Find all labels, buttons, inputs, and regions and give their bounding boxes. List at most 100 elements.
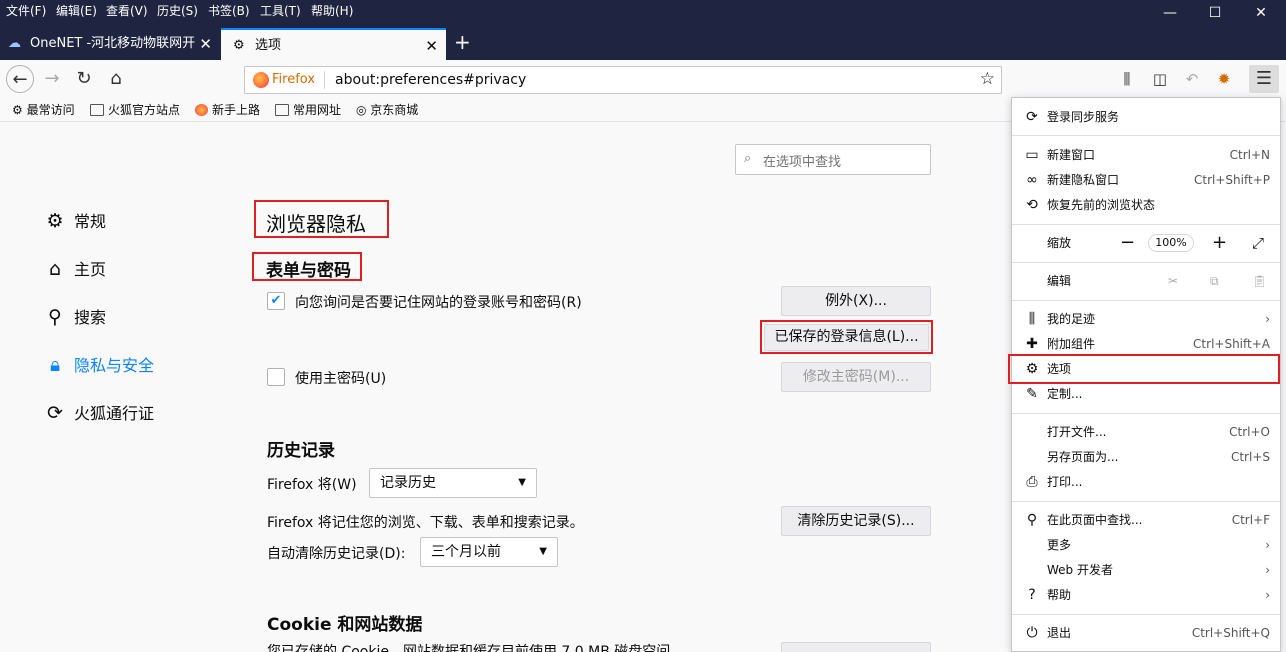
paintbrush-icon: ✎ <box>1026 386 1038 402</box>
printer-icon: ⎙ <box>1026 474 1038 490</box>
undo-icon[interactable]: ↶ <box>1178 65 1206 93</box>
menu-tools[interactable]: 工具(T) <box>260 2 301 19</box>
master-password-checkbox[interactable] <box>267 368 285 386</box>
gear-icon: ⚙ <box>46 210 64 232</box>
url-input[interactable]: about:preferences#privacy <box>335 72 526 88</box>
close-icon[interactable]: ✕ <box>199 28 212 60</box>
separator <box>1012 614 1280 615</box>
bookmark-label: 新手上路 <box>212 103 261 117</box>
category-label: 搜索 <box>74 308 107 327</box>
bookmark-common-sites[interactable]: 常用网址 <box>275 101 341 118</box>
close-icon[interactable]: ✕ <box>425 30 438 62</box>
menu-restore-session[interactable]: ⟲ 恢复先前的浏览状态 <box>1012 193 1280 217</box>
close-window-button[interactable]: ✕ <box>1238 0 1284 26</box>
home-button[interactable]: ⌂ <box>102 65 130 93</box>
page-title: 浏览器隐私 <box>266 212 366 236</box>
firefox-logo-icon <box>253 72 269 88</box>
window-icon: ▭ <box>1025 147 1039 163</box>
zoom-out-button[interactable]: − <box>1120 231 1135 255</box>
mask-icon: ∞ <box>1026 172 1038 188</box>
menu-find[interactable]: ⚲ 在此页面中查找... Ctrl+F <box>1012 508 1280 532</box>
dropdown-arrow-icon: ▼ <box>518 477 526 488</box>
reload-button[interactable]: ↻ <box>70 65 98 93</box>
saved-logins-button[interactable]: 已保存的登录信息(L)... <box>764 324 929 351</box>
menu-history[interactable]: 历史(S) <box>157 2 198 19</box>
category-general[interactable]: ⚙ 常规 <box>44 208 106 232</box>
library-icon[interactable]: ⫼ <box>1113 65 1141 93</box>
search-placeholder: 在选项中查找 <box>763 155 842 170</box>
menu-more[interactable]: 更多 › <box>1012 533 1280 557</box>
history-mode-select[interactable]: 记录历史 ▼ <box>369 468 537 498</box>
zoom-value[interactable]: 100% <box>1148 234 1194 252</box>
menu-addons[interactable]: ✚ 附加组件 Ctrl+Shift+A <box>1012 332 1280 356</box>
paste-icon[interactable]: 📋︎ <box>1252 269 1267 293</box>
menu-customize[interactable]: ✎ 定制... <box>1012 382 1280 406</box>
fullscreen-icon[interactable]: ⤢ <box>1252 231 1264 255</box>
category-sync[interactable]: ⟳ 火狐通行证 <box>44 400 154 424</box>
menu-new-window[interactable]: ▭ 新建窗口 Ctrl+N <box>1012 143 1280 167</box>
menu-sync[interactable]: ⟳ 登录同步服务 <box>1012 105 1280 129</box>
url-bar[interactable]: Firefox about:preferences#privacy ☆ <box>244 66 1002 94</box>
bookmark-star-icon[interactable]: ☆ <box>980 69 995 89</box>
tab-options[interactable]: ⚙ 选项 ✕ <box>221 28 446 60</box>
cookie-heading: Cookie 和网站数据 <box>267 615 423 635</box>
sidebar-icon[interactable]: ◫ <box>1146 65 1174 93</box>
menu-save-page[interactable]: 另存页面为... Ctrl+S <box>1012 445 1280 469</box>
cookie-settings-button[interactable] <box>781 642 931 652</box>
clear-history-button[interactable]: 清除历史记录(S)... <box>781 506 931 536</box>
minimize-button[interactable]: — <box>1147 0 1193 26</box>
search-field[interactable]: ⌕ 在选项中查找 <box>735 144 931 175</box>
category-home[interactable]: ⌂ 主页 <box>44 256 106 280</box>
menu-help[interactable]: ? 帮助 › <box>1012 583 1280 607</box>
ask-save-label: 向您询问是否要记住网站的登录账号和密码(R) <box>295 295 582 311</box>
menu-options[interactable]: ⚙ 选项 <box>1012 357 1280 381</box>
menu-label: 另存页面为... <box>1047 450 1119 464</box>
bookmark-most-visited[interactable]: ⚙ 最常访问 <box>12 101 75 118</box>
menu-open-file[interactable]: 打开文件... Ctrl+O <box>1012 420 1280 444</box>
menu-edit[interactable]: 编辑(E) <box>56 2 97 19</box>
category-search[interactable]: ⚲ 搜索 <box>44 304 106 328</box>
menu-label: 编辑 <box>1047 274 1072 288</box>
menu-web-developer[interactable]: Web 开发者 › <box>1012 558 1280 582</box>
menu-view[interactable]: 查看(V) <box>106 2 148 19</box>
ask-save-checkbox[interactable]: ✔ <box>267 292 285 310</box>
gear-icon: ⚙ <box>1025 361 1039 377</box>
cut-icon[interactable]: ✂ <box>1168 269 1178 293</box>
copy-icon[interactable]: ⧉ <box>1210 269 1219 293</box>
maximize-button[interactable]: ☐ <box>1192 0 1238 26</box>
folder-icon <box>90 104 104 116</box>
category-privacy[interactable]: 🔒︎ 隐私与安全 <box>44 352 154 376</box>
menu-help[interactable]: 帮助(H) <box>311 2 353 19</box>
tab-onenet[interactable]: ☁ OneNET -河北移动物联网开放 ✕ <box>0 28 220 60</box>
search-icon: ⚲ <box>48 306 62 328</box>
menu-shortcut: Ctrl+Shift+P <box>1194 173 1270 187</box>
bookmark-jd[interactable]: ◎ 京东商城 <box>356 101 418 118</box>
exceptions-button[interactable]: 例外(X)... <box>781 286 931 316</box>
auto-clear-select[interactable]: 三个月以前 ▼ <box>420 537 558 567</box>
menu-label: 在此页面中查找... <box>1047 513 1143 527</box>
bookmark-label: 京东商城 <box>370 103 419 117</box>
history-will-label: Firefox 将(W) <box>267 477 357 493</box>
change-master-password-button[interactable]: 修改主密码(M)... <box>781 362 931 392</box>
library-icon: ⫼ <box>1028 311 1036 327</box>
zoom-in-button[interactable]: + <box>1212 231 1227 255</box>
bookmark-firefox-site[interactable]: 火狐官方站点 <box>90 101 180 118</box>
menu-bookmarks[interactable]: 书签(B) <box>208 2 250 19</box>
menu-label: Web 开发者 <box>1047 563 1113 577</box>
restore-icon: ⟲ <box>1026 197 1038 213</box>
menu-private-window[interactable]: ∞ 新建隐私窗口 Ctrl+Shift+P <box>1012 168 1280 192</box>
back-button[interactable]: ← <box>6 65 34 93</box>
hamburger-menu-button[interactable]: ☰ <box>1249 65 1279 93</box>
menu-label: 更多 <box>1047 538 1072 552</box>
extension-icon[interactable]: ✹ <box>1210 65 1238 93</box>
menu-print[interactable]: ⎙ 打印... <box>1012 470 1280 494</box>
menu-library[interactable]: ⫼ 我的足迹 › <box>1012 307 1280 331</box>
menu-shortcut: Ctrl+N <box>1229 148 1270 162</box>
bookmark-getting-started[interactable]: 新手上路 <box>195 101 260 118</box>
menu-quit[interactable]: ⏻ 退出 Ctrl+Shift+Q <box>1012 621 1280 645</box>
forward-button[interactable]: → <box>38 65 66 93</box>
menu-file[interactable]: 文件(F) <box>6 2 46 19</box>
folder-icon <box>275 104 289 116</box>
new-tab-button[interactable]: + <box>454 30 471 54</box>
menu-label: 缩放 <box>1047 236 1072 250</box>
